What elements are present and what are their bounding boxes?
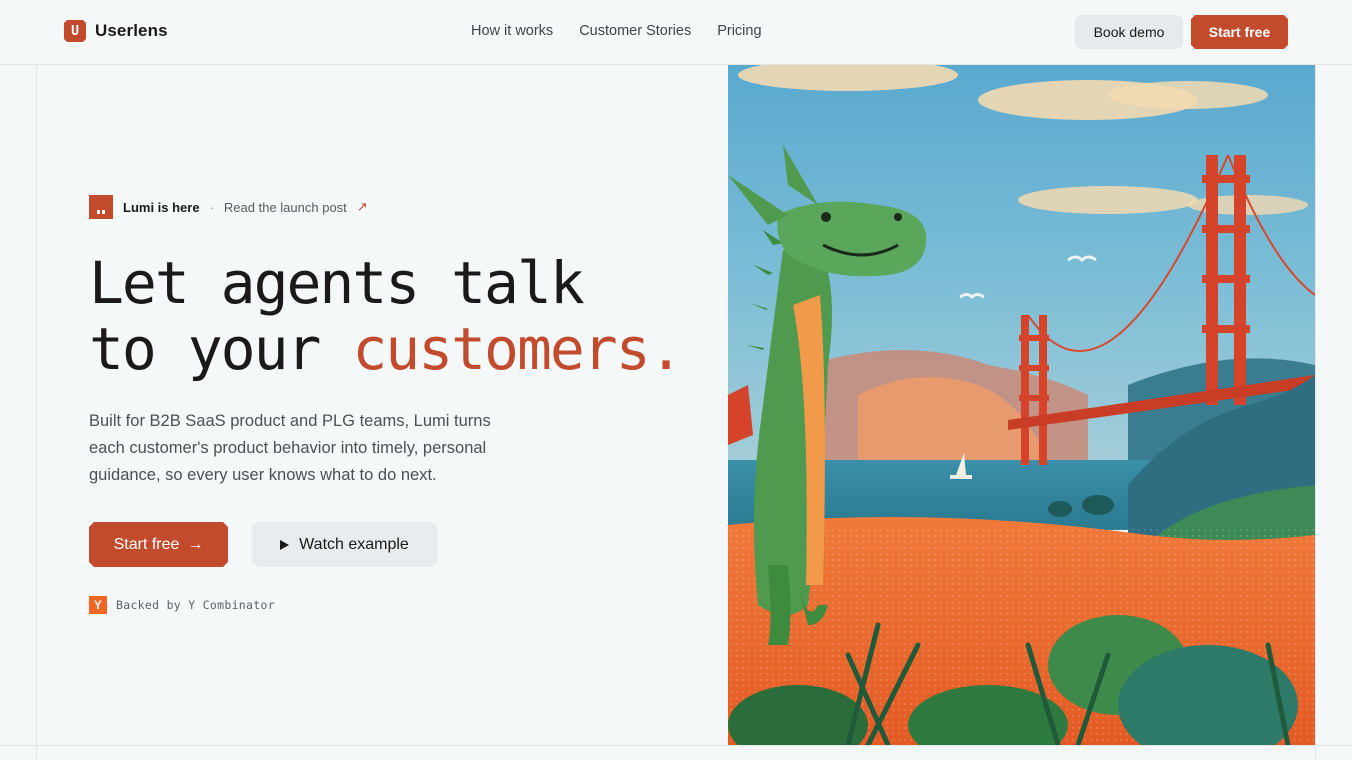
brand-logo[interactable]: U Userlens bbox=[64, 20, 168, 42]
headline-line-2-prefix: to your bbox=[89, 315, 353, 383]
headline-line-1: Let agents talk bbox=[89, 249, 585, 317]
external-arrow-icon: ↗ bbox=[356, 199, 368, 214]
nav-link-how-it-works[interactable]: How it works bbox=[471, 23, 553, 39]
right-guide-line bbox=[1315, 65, 1316, 760]
play-icon bbox=[280, 540, 289, 550]
main-nav: How it works Customer Stories Pricing bbox=[471, 23, 762, 39]
start-free-label: Start free bbox=[113, 535, 180, 553]
headline-accent: customers. bbox=[352, 315, 683, 383]
nav-link-customer-stories[interactable]: Customer Stories bbox=[579, 23, 691, 39]
userlens-logo-icon: U bbox=[64, 20, 86, 42]
y-combinator-icon: Y bbox=[89, 596, 107, 614]
left-guide-line bbox=[36, 65, 37, 760]
launch-post-link[interactable]: Read the launch post bbox=[224, 200, 347, 215]
brand-name: Userlens bbox=[95, 21, 168, 40]
announcement-label: Lumi is here bbox=[123, 199, 200, 215]
dragon-golden-gate-illustration bbox=[728, 65, 1315, 745]
backed-by-badge: Y Backed by Y Combinator bbox=[89, 596, 275, 614]
arrow-right-icon: → bbox=[187, 535, 204, 553]
hero-description: Built for B2B SaaS product and PLG teams… bbox=[89, 412, 491, 484]
watch-example-button[interactable]: Watch example bbox=[252, 522, 437, 567]
backed-by-text: Backed by Y Combinator bbox=[116, 598, 275, 612]
hero-headline: Let agents talk to your customers. bbox=[89, 249, 684, 383]
lumi-icon bbox=[89, 195, 113, 219]
start-free-header-button[interactable]: Start free bbox=[1191, 15, 1288, 49]
start-free-hero-button[interactable]: Start free → bbox=[89, 522, 228, 567]
bottom-guide-line bbox=[0, 745, 1352, 746]
announcement-banner[interactable]: Lumi is here · Read the launch post ↗ bbox=[89, 195, 368, 219]
announcement-separator: · bbox=[209, 199, 214, 215]
top-navigation-bar: U Userlens How it works Customer Stories… bbox=[0, 0, 1352, 65]
watch-example-label: Watch example bbox=[299, 535, 409, 553]
nav-link-pricing[interactable]: Pricing bbox=[717, 23, 761, 39]
book-demo-button[interactable]: Book demo bbox=[1075, 15, 1183, 49]
hero-illustration bbox=[728, 65, 1315, 745]
